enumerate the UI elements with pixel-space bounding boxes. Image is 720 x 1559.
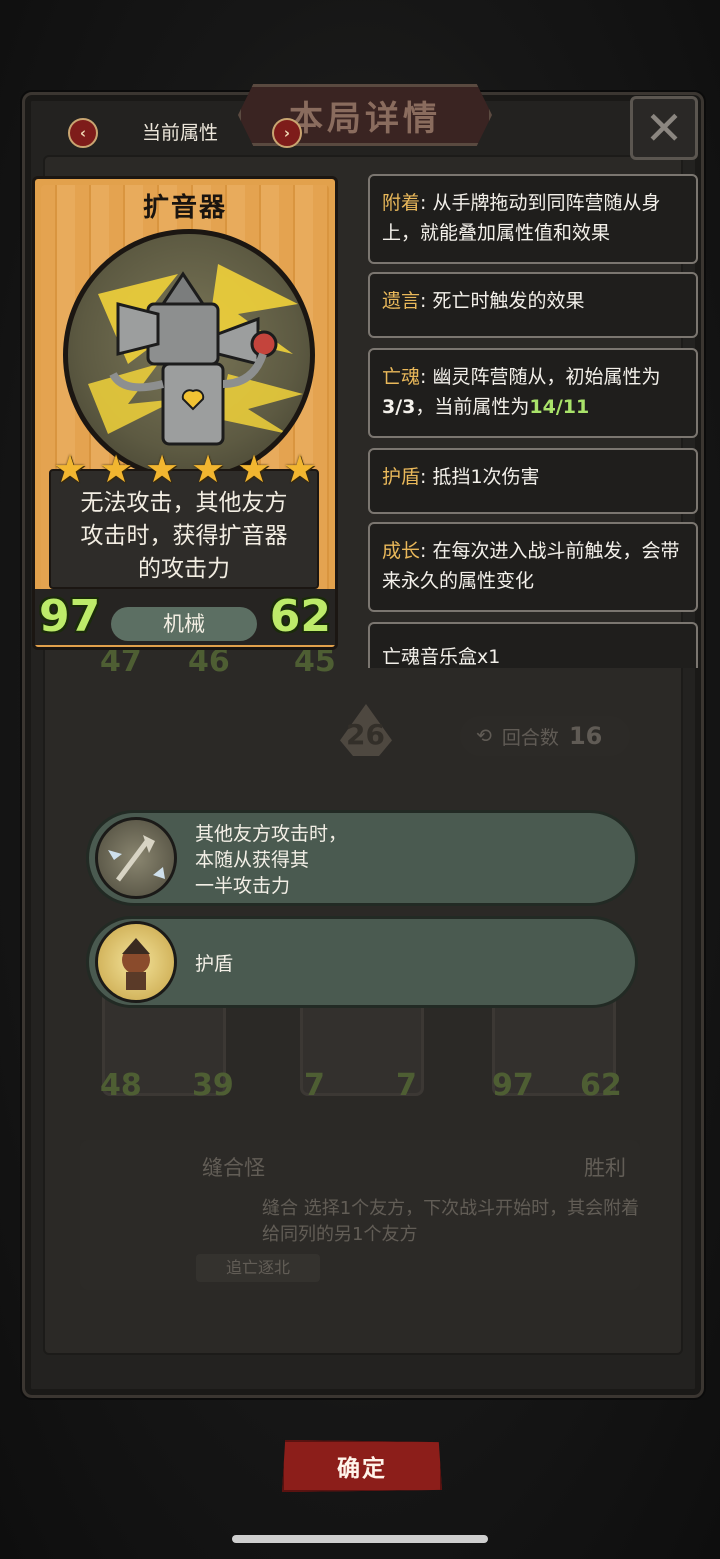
- minion-card: 扩音器 无法攻击，其他友方 攻击时，获得扩音器 的攻击力 ★ ★ ★ ★ ★ ★: [32, 176, 338, 650]
- close-button[interactable]: ✕: [630, 96, 698, 160]
- round-number: 26: [346, 718, 385, 751]
- board-stat: 97: [492, 1068, 534, 1103]
- star-icon: ★: [236, 447, 272, 491]
- close-icon: ✕: [644, 101, 684, 155]
- boss-tag: 追亡逐北: [196, 1254, 320, 1282]
- shield-hero-icon: [95, 921, 177, 1003]
- prev-arrow-button[interactable]: ‹: [68, 118, 98, 148]
- star-icon: ★: [144, 447, 180, 491]
- boss-result: 胜利: [584, 1156, 626, 1180]
- star-icon: ★: [282, 447, 317, 491]
- tribe-badge: 机械: [111, 607, 257, 641]
- boss-skill: 缝合 选择1个友方，下次战斗开始时，其会附着给同列的另1个友方: [262, 1198, 640, 1245]
- shield-tooltip: 护盾: [86, 916, 638, 1008]
- star-icon: ★: [53, 447, 88, 491]
- home-indicator: [232, 1535, 488, 1543]
- keyword-deathrattle: 遗言: 死亡时触发的效果: [368, 272, 698, 338]
- board-stat: 48: [100, 1068, 142, 1103]
- turns-label: 回合数: [501, 726, 559, 749]
- tab-label: 当前属性: [142, 122, 219, 144]
- attack-value: 97: [39, 591, 101, 642]
- item-entry: 亡魂音乐盒x1: [368, 622, 698, 668]
- effect-tooltip: 其他友方攻击时， 本随从获得其 一半攻击力: [86, 810, 638, 906]
- board-stat: 39: [192, 1068, 234, 1103]
- star-icon: ★: [98, 447, 134, 491]
- robot-portrait-icon: [63, 229, 315, 481]
- board-stat: 7: [396, 1068, 417, 1103]
- board-stat: 7: [304, 1068, 325, 1103]
- tooltip-text: 护盾: [195, 953, 234, 975]
- keyword-attach: 附着: 从手牌拖动到同阵营随从身上，就能叠加属性值和效果: [368, 174, 698, 264]
- refresh-icon: ⟲: [476, 725, 492, 747]
- turn-counter: ⟲ 回合数 16: [460, 716, 630, 756]
- health-value: 62: [269, 591, 331, 642]
- tooltip-text: 其他友方攻击时， 本随从获得其 一半攻击力: [195, 823, 348, 897]
- keyword-growth: 成长: 在每次进入战斗前触发，会带来永久的属性变化: [368, 522, 698, 612]
- turns-value: 16: [568, 722, 603, 750]
- megaphone-effect-icon: [95, 817, 177, 899]
- keyword-ghost: 亡魂: 幽灵阵营随从，初始属性为3/3，当前属性为14/11: [368, 348, 698, 438]
- boss-name: 缝合怪: [202, 1156, 265, 1180]
- attribute-tab: ‹ 当前属性 ›: [66, 112, 306, 148]
- card-name: 扩音器: [142, 193, 227, 223]
- board-stat: 62: [580, 1068, 622, 1103]
- next-arrow-button[interactable]: ›: [272, 118, 302, 148]
- confirm-button[interactable]: 确定: [282, 1440, 442, 1492]
- keyword-shield: 护盾: 抵挡1次伤害: [368, 448, 698, 514]
- star-icon: ★: [190, 447, 226, 491]
- page-title: 本局详情: [289, 98, 441, 139]
- star-rating: ★ ★ ★ ★ ★ ★: [53, 449, 317, 489]
